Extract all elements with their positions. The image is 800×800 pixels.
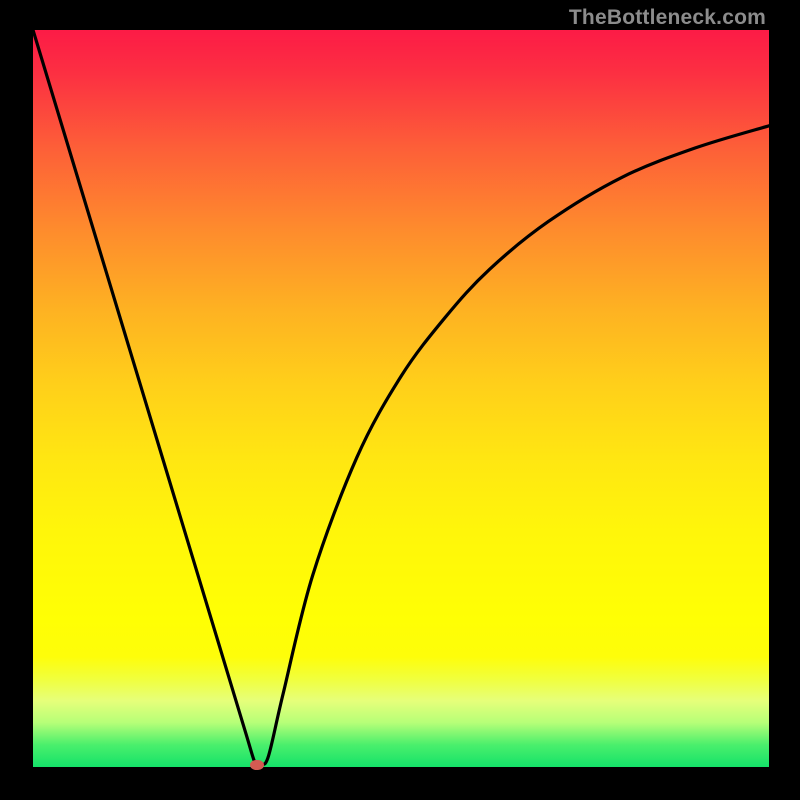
bottleneck-curve	[33, 30, 769, 767]
watermark-text: TheBottleneck.com	[569, 6, 766, 30]
optimal-point-marker	[250, 760, 264, 770]
chart-frame: TheBottleneck.com	[0, 0, 800, 800]
